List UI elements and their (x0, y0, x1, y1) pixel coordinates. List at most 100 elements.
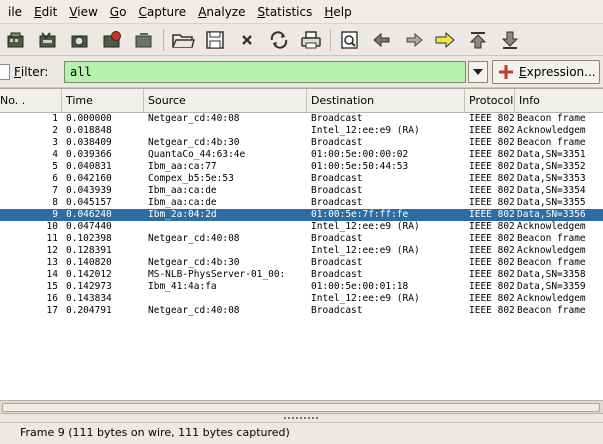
expression-label: xpression... (526, 65, 596, 79)
menu-label: nalyze (206, 4, 246, 19)
cell-time: 0.038409 (66, 137, 112, 148)
cell-protocol: IEEE 802 (469, 185, 515, 196)
cell-destination: Broadcast (311, 185, 363, 196)
menu-go[interactable]: Go (104, 0, 133, 24)
cell-info: Acknowledgem (517, 293, 586, 304)
expression-label-mnemonic: E (519, 65, 527, 79)
cell-time: 0.042160 (66, 173, 112, 184)
table-row[interactable]: 13 0.140820 Netgear_cd:4b:30 Broadcast IEEE … (0, 257, 603, 269)
pane-splitter[interactable] (0, 414, 603, 422)
find-packet-icon[interactable] (337, 28, 363, 52)
stop-capture-icon[interactable] (99, 28, 125, 52)
cell-info: Data,SN=3352 (517, 161, 586, 172)
open-file-icon[interactable] (170, 28, 196, 52)
filter-dropdown-button[interactable] (468, 61, 488, 83)
menu-analyze[interactable]: Analyze (192, 0, 251, 24)
menu-capture[interactable]: Capture (132, 0, 192, 24)
cell-time: 0.047440 (66, 221, 112, 232)
menu-help[interactable]: Help (318, 0, 357, 24)
cell-no: 3 (52, 137, 58, 148)
table-row[interactable]: 10 0.047440 Intel_12:ee:e9 (RA) IEEE 802 Ack… (0, 221, 603, 233)
packet-list[interactable]: No. . Time Source Destination Protocol I… (0, 88, 603, 400)
cell-time: 0.045157 (66, 197, 112, 208)
menu-edit[interactable]: Edit (28, 0, 63, 24)
table-row[interactable]: 6 0.042160 Compex_b5:5e:53 Broadcast IEEE 80… (0, 173, 603, 185)
table-row[interactable]: 9 0.046240 Ibm_2a:04:2d 01:00:5e:7f:ff:fe IE… (0, 209, 603, 221)
table-row[interactable]: 8 0.045157 Ibm_aa:ca:de Broadcast IEEE 802 Da… (0, 197, 603, 209)
cell-no: 1 (52, 113, 58, 124)
cell-no: 5 (52, 161, 58, 172)
menu-label: ile (8, 4, 23, 19)
cell-protocol: IEEE 802 (469, 149, 515, 160)
menu-mnemonic: E (34, 4, 42, 19)
scrollbar-thumb[interactable] (2, 403, 600, 412)
table-row[interactable]: 7 0.043939 Ibm_aa:ca:de Broadcast IEEE 802 Da… (0, 185, 603, 197)
table-row[interactable]: 1 0.000000 Netgear_cd:40:08 Broadcast IEEE 8… (0, 113, 603, 125)
cell-no: 12 (46, 245, 58, 256)
status-text: Frame 9 (111 bytes on wire, 111 bytes ca… (20, 426, 290, 439)
cell-protocol: IEEE 802 (469, 125, 515, 136)
print-icon[interactable] (298, 28, 324, 52)
cell-info: Beacon frame (517, 305, 586, 316)
table-row[interactable]: 11 0.102398 Netgear_cd:40:08 Broadcast IEEE … (0, 233, 603, 245)
go-forward-icon[interactable] (401, 28, 427, 52)
menu-view[interactable]: View (63, 0, 103, 24)
cell-protocol: IEEE 802 (469, 245, 515, 256)
cell-no: 15 (46, 281, 58, 292)
splitter-grip-icon[interactable] (283, 416, 319, 420)
cell-destination: Broadcast (311, 269, 363, 280)
cell-time: 0.143834 (66, 293, 112, 304)
go-last-icon[interactable] (497, 28, 523, 52)
menu-statistics[interactable]: Statistics (251, 0, 318, 24)
cell-protocol: IEEE 802 (469, 197, 515, 208)
table-row[interactable]: 14 0.142012 MS-NLB-PhysServer-01_00: Broadc… (0, 269, 603, 281)
go-first-icon[interactable] (465, 28, 491, 52)
table-row[interactable]: 15 0.142973 Ibm_41:4a:fa 01:00:5e:00:01:18 I… (0, 281, 603, 293)
cell-source: Ibm_aa:ca:de (148, 197, 217, 208)
table-row[interactable]: 2 0.018848 Intel_12:ee:e9 (RA) IEEE 802 Ackn… (0, 125, 603, 137)
table-row[interactable]: 12 0.128391 Intel_12:ee:e9 (RA) IEEE 802 Ack… (0, 245, 603, 257)
column-header-source[interactable]: Source (144, 89, 307, 113)
cell-protocol: IEEE 802 (469, 293, 515, 304)
column-header-info[interactable]: Info (515, 89, 603, 113)
cell-protocol: IEEE 802 (469, 269, 515, 280)
start-capture-icon[interactable] (67, 28, 93, 52)
go-back-icon[interactable] (369, 28, 395, 52)
table-row[interactable]: 5 0.040831 Ibm_aa:ca:77 01:00:5e:50:44:53 IE… (0, 161, 603, 173)
cell-time: 0.128391 (66, 245, 112, 256)
save-file-icon[interactable] (202, 28, 228, 52)
column-header-destination[interactable]: Destination (307, 89, 465, 113)
packet-list-hscrollbar[interactable] (0, 400, 603, 414)
column-header-no[interactable]: No. . (0, 89, 62, 113)
cell-time: 0.039366 (66, 149, 112, 160)
menu-file[interactable]: ile (2, 0, 28, 24)
filter-button[interactable]: Filter: (0, 62, 58, 82)
toolbar-separator (163, 28, 164, 51)
cell-source: Ibm_aa:ca:77 (148, 161, 217, 172)
cell-info: Acknowledgem (517, 125, 586, 136)
column-header-time[interactable]: Time (62, 89, 144, 113)
cell-info: Beacon frame (517, 257, 586, 268)
cell-no: 4 (52, 149, 58, 160)
interface-list-icon[interactable] (3, 28, 29, 52)
table-row[interactable]: 17 0.204791 Netgear_cd:40:08 Broadcast IEEE … (0, 305, 603, 317)
close-file-icon[interactable] (234, 28, 260, 52)
reload-icon[interactable] (266, 28, 292, 52)
table-row[interactable]: 3 0.038409 Netgear_cd:4b:30 Broadcast IEEE 8… (0, 137, 603, 149)
cell-destination: Intel_12:ee:e9 (RA) (311, 125, 420, 136)
cell-source: MS-NLB-PhysServer-01_00: (148, 269, 286, 280)
filter-input[interactable]: all (64, 61, 466, 83)
cell-source: Compex_b5:5e:53 (148, 173, 234, 184)
menu-label: apture (146, 4, 187, 19)
column-header-protocol[interactable]: Protocol (465, 89, 515, 113)
expression-button[interactable]: Expression... (492, 60, 600, 84)
go-to-packet-icon[interactable] (433, 28, 459, 52)
capture-options-icon[interactable] (35, 28, 61, 52)
restart-capture-icon[interactable] (131, 28, 157, 52)
table-row[interactable]: 4 0.039366 QuantaCo_44:63:4e 01:00:5e:00:00… (0, 149, 603, 161)
cell-destination: Broadcast (311, 305, 363, 316)
cell-time: 0.142012 (66, 269, 112, 280)
cell-info: Data,SN=3353 (517, 173, 586, 184)
cell-time: 0.018848 (66, 125, 112, 136)
table-row[interactable]: 16 0.143834 Intel_12:ee:e9 (RA) IEEE 802 Ack… (0, 293, 603, 305)
